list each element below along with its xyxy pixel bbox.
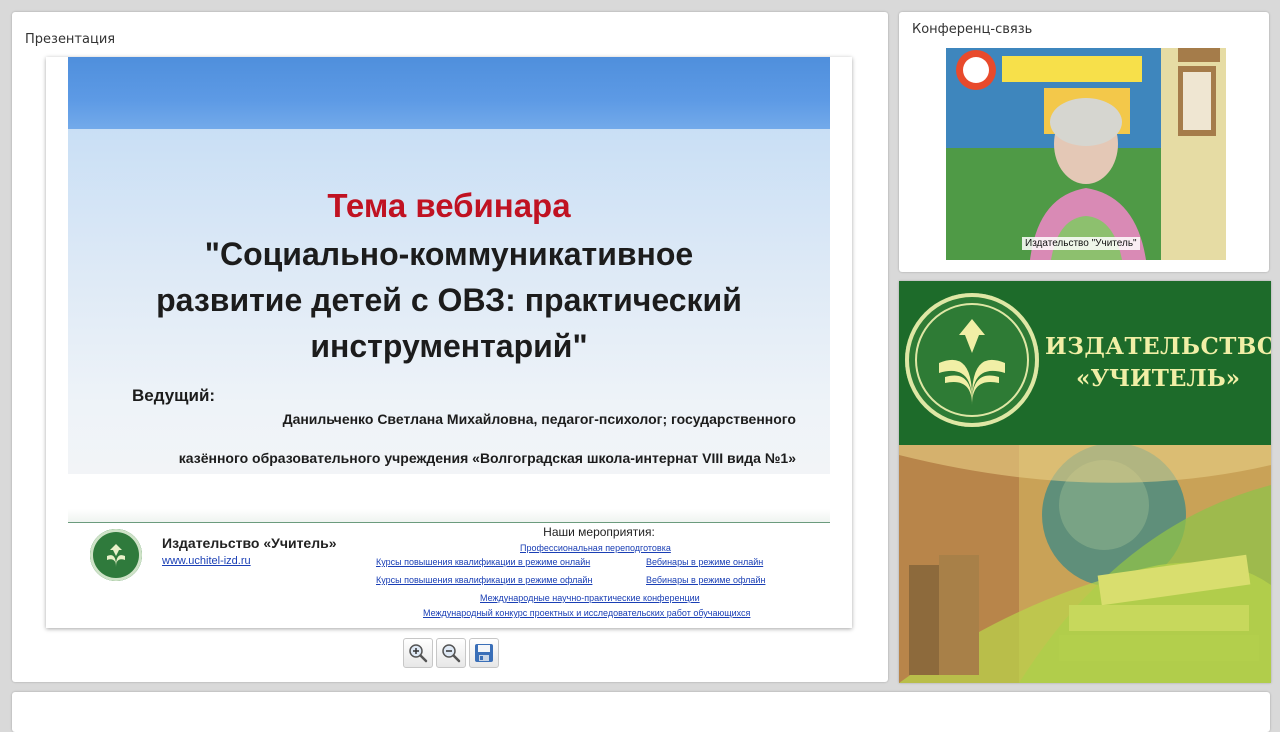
slide-footer-divider <box>68 522 830 523</box>
slide: Тема вебинара "Социально-коммуникативное… <box>46 57 852 628</box>
slide-header-bar <box>68 57 830 130</box>
zoom-out-icon <box>442 644 461 663</box>
slide-footer-shade <box>68 509 830 523</box>
zoom-in-icon <box>409 644 428 663</box>
save-button[interactable] <box>469 638 499 668</box>
slide-body: Тема вебинара "Социально-коммуникативное… <box>68 129 830 474</box>
webinar-theme-label: Тема вебинара <box>327 187 571 224</box>
banner-header: ИЗДАТЕЛЬСТВО «УЧИТЕЛЬ» <box>899 281 1271 445</box>
video-participant-label: Издательство "Учитель" <box>1022 237 1140 250</box>
book-leaf-icon <box>107 544 125 567</box>
publisher-banner: ИЗДАТЕЛЬСТВО «УЧИТЕЛЬ» <box>899 281 1271 683</box>
conference-panel-title: Конференц-связь <box>912 22 1033 37</box>
banner-title-line1: ИЗДАТЕЛЬСТВО <box>1045 333 1271 360</box>
conference-panel: Конференц-связь Издательство "Учитель" <box>899 12 1269 272</box>
event-link[interactable]: Международные научно-практические конфер… <box>480 593 700 603</box>
events-title: Наши мероприятия: <box>543 525 655 539</box>
webinar-topic: "Социально-коммуникативное развитие дете… <box>88 231 810 369</box>
event-link[interactable]: Курсы повышения квалификации в режиме он… <box>376 557 590 567</box>
book-leaf-icon <box>939 319 1005 405</box>
publisher-url-link[interactable]: www.uchitel-izd.ru <box>162 555 251 567</box>
publisher-emblem-icon <box>905 293 1039 427</box>
books-globe-image <box>899 445 1271 683</box>
video-frame <box>946 48 1226 260</box>
floppy-disk-icon <box>475 644 493 662</box>
video-feed[interactable]: Издательство "Учитель" <box>946 48 1226 260</box>
presentation-panel-title: Презентация <box>25 32 116 47</box>
presentation-panel: Презентация Тема вебинара "Социально-ком… <box>12 12 888 682</box>
webinar-topic-line: инструментарий" <box>310 328 588 364</box>
banner-title-line2: «УЧИТЕЛЬ» <box>1075 365 1241 392</box>
bottom-panel <box>12 692 1270 732</box>
event-link[interactable]: Вебинары в режиме офлайн <box>646 575 765 585</box>
event-link[interactable]: Международный конкурс проектных и исслед… <box>423 608 750 618</box>
event-link[interactable]: Профессиональная переподготовка <box>520 543 671 553</box>
event-link[interactable]: Курсы повышения квалификации в режиме оф… <box>376 575 592 585</box>
event-link[interactable]: Вебинары в режиме онлайн <box>646 557 763 567</box>
books-globe-illustration <box>899 445 1271 683</box>
presenter-name: Данильченко Светлана Михайловна, педагог… <box>282 411 796 427</box>
zoom-out-button[interactable] <box>436 638 466 668</box>
presenter-organization: казённого образовательного учреждения «В… <box>178 450 796 466</box>
webinar-topic-line: "Социально-коммуникативное <box>204 236 694 272</box>
zoom-in-button[interactable] <box>403 638 433 668</box>
webinar-topic-line: развитие детей с ОВЗ: практический <box>156 282 742 318</box>
presenter-label: Ведущий: <box>132 386 216 405</box>
